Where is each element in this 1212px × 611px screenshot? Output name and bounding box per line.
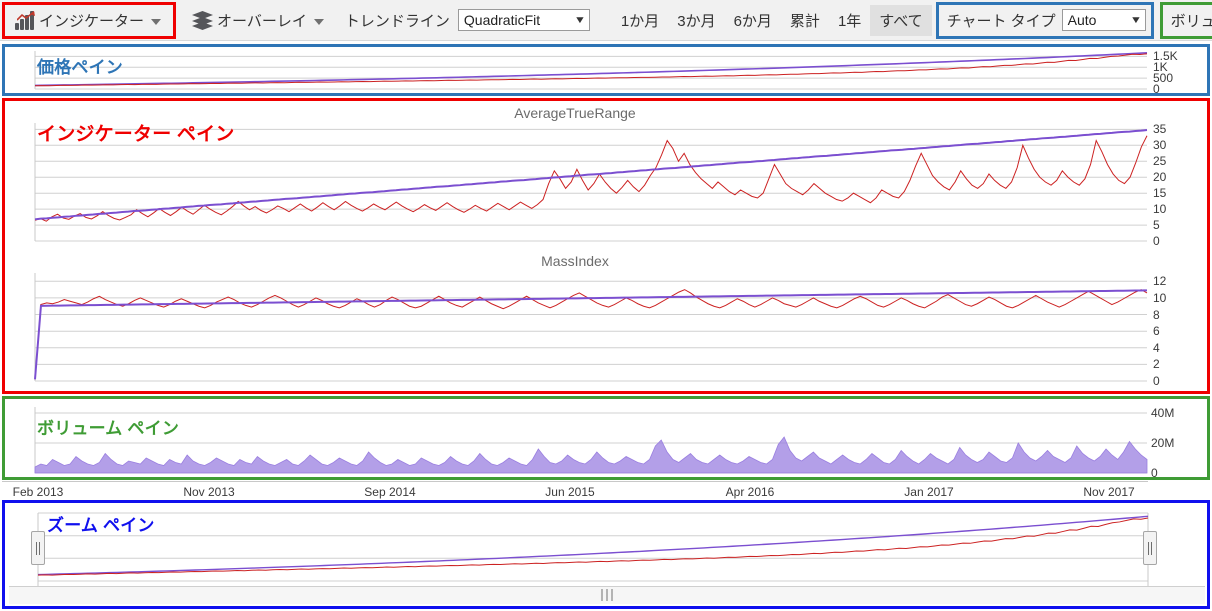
indicators-menu-label: インジケーター — [39, 10, 144, 31]
layers-icon-glyph — [192, 11, 213, 30]
overlays-menu-button[interactable]: オーバーレイ — [188, 4, 331, 37]
axis-tick-label: 10 — [1153, 203, 1166, 215]
axis-tick-label: 0 — [1153, 235, 1160, 247]
axis-tick-label: 20M — [1151, 437, 1174, 449]
range-button-6m[interactable]: 6か月 — [725, 5, 781, 36]
axis-tick-label: 0 — [1153, 375, 1160, 387]
indicators-menu-highlight: インジケーター — [2, 2, 176, 39]
axis-tick-label: 2 — [1153, 358, 1160, 370]
price-pane[interactable]: 価格ペイン 1.5K1K5000 — [2, 44, 1210, 96]
massindex-y-axis: 12 10 8 6 4 2 0 — [1153, 249, 1207, 391]
overlays-menu-label: オーバーレイ — [217, 10, 307, 31]
axis-tick-label: 40M — [1151, 407, 1174, 419]
axis-tick-label: 10 — [1153, 292, 1166, 304]
range-button-3m[interactable]: 3か月 — [668, 5, 724, 36]
massindex-chart-title: MassIndex — [5, 253, 1145, 269]
indicator-pane[interactable]: インジケーター ペイン AverageTrueRange 35302520151… — [2, 98, 1210, 394]
x-axis-tick: Jan 2017 — [904, 485, 953, 499]
zoom-left-handle[interactable] — [31, 531, 45, 565]
price-y-axis: 1.5K1K5000 — [1153, 47, 1203, 93]
price-chart-canvas — [5, 47, 1207, 93]
x-axis: Feb 2013 Nov 2013 Sep 2014 Jun 2015 Apr … — [2, 481, 1148, 501]
zoom-pane[interactable]: ズーム ペイン — [2, 500, 1210, 609]
zoom-bottom-grip[interactable] — [585, 587, 629, 603]
axis-tick-label: 25 — [1153, 155, 1166, 167]
axis-tick-label: 20 — [1153, 171, 1166, 183]
volume-y-axis: 40M 20M 0 — [1151, 399, 1207, 477]
volume-type-label: ボリューム — [1169, 10, 1212, 31]
atr-chart-canvas — [5, 101, 1207, 249]
x-axis-tick: Jun 2015 — [545, 485, 594, 499]
axis-tick-label: 12 — [1153, 275, 1166, 287]
volume-pane[interactable]: ボリューム ペイン 40M20M0 — [2, 396, 1210, 480]
toolbar: インジケーター オーバーレイ トレンドライン QuadraticFit ▼ 1か… — [0, 0, 1212, 41]
chart-type-label: チャート タイプ — [945, 10, 1062, 31]
chevron-down-icon: ▼ — [1130, 15, 1142, 26]
chevron-down-icon — [151, 19, 161, 25]
axis-tick-label: 8 — [1153, 309, 1160, 321]
atr-chart-title: AverageTrueRange — [5, 105, 1145, 121]
x-axis-tick: Nov 2017 — [1083, 485, 1134, 499]
bar-chart-icon — [15, 11, 35, 30]
chevron-down-icon: ▼ — [574, 15, 586, 26]
x-axis-tick: Nov 2013 — [183, 485, 234, 499]
axis-tick-label: 6 — [1153, 325, 1160, 337]
chart-application: インジケーター オーバーレイ トレンドライン QuadraticFit ▼ 1か… — [0, 0, 1212, 611]
chart-type-select[interactable]: Auto ▼ — [1062, 9, 1146, 31]
massindex-chart-canvas — [5, 249, 1207, 391]
x-axis-tick: Sep 2014 — [364, 485, 415, 499]
chevron-down-icon — [314, 19, 324, 25]
range-button-1y[interactable]: 1年 — [829, 5, 870, 36]
range-button-1m[interactable]: 1か月 — [612, 5, 668, 36]
axis-tick-label: 0 — [1153, 83, 1160, 95]
axis-tick-label: 0 — [1151, 467, 1158, 479]
axis-tick-label: 4 — [1153, 342, 1160, 354]
axis-tick-label: 35 — [1153, 123, 1166, 135]
trendline-select[interactable]: QuadraticFit ▼ — [458, 9, 590, 31]
x-axis-tick: Apr 2016 — [726, 485, 775, 499]
axis-tick-label: 5 — [1153, 219, 1160, 231]
zoom-right-handle[interactable] — [1143, 531, 1157, 565]
range-button-ytd[interactable]: 累計 — [781, 5, 829, 36]
layers-icon — [192, 11, 213, 30]
axis-tick-label: 15 — [1153, 187, 1166, 199]
range-button-all[interactable]: すべて — [870, 5, 931, 36]
x-axis-tick: Feb 2013 — [13, 485, 64, 499]
chart-type-highlight: チャート タイプ Auto ▼ — [936, 2, 1154, 39]
volume-type-highlight: ボリューム Area ▼ — [1160, 2, 1212, 39]
axis-tick-label: 30 — [1153, 139, 1166, 151]
indicators-menu-button[interactable]: インジケーター — [11, 4, 168, 37]
trend-arrow-icon — [17, 11, 35, 21]
volume-chart-canvas — [5, 399, 1207, 477]
trendline-select-value: QuadraticFit — [464, 12, 540, 28]
trendline-label: トレンドライン — [337, 10, 458, 31]
atr-y-axis: 35 30 25 20 15 10 5 0 — [1153, 101, 1207, 249]
range-buttons: 1か月 3か月 6か月 累計 1年 すべて — [612, 5, 932, 36]
chart-type-select-value: Auto — [1068, 12, 1097, 28]
